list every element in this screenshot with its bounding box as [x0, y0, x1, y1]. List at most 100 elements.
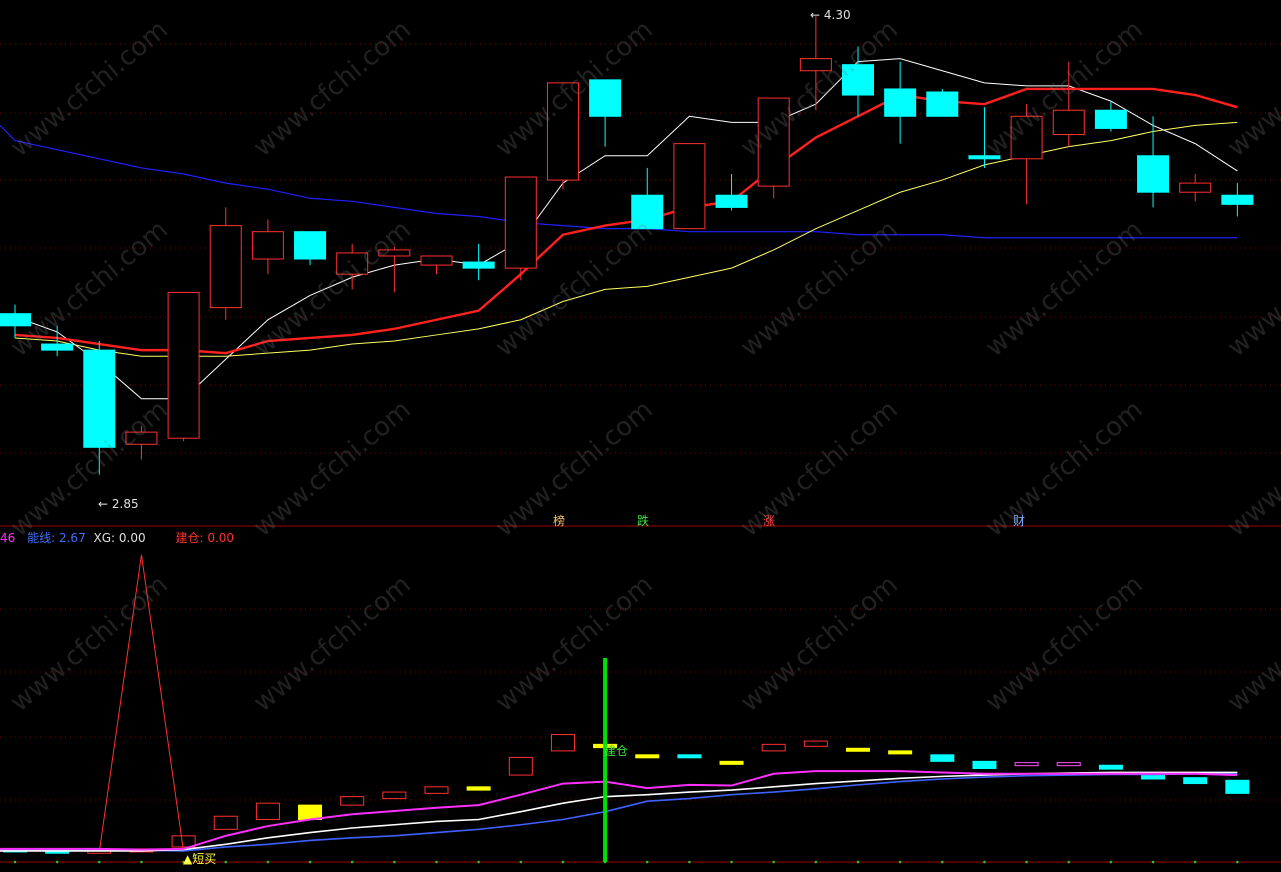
osc-bar — [1098, 764, 1123, 770]
candle-body — [757, 97, 790, 187]
osc-bar — [508, 756, 533, 776]
baseline-dot — [55, 860, 59, 864]
ma-year-lead — [0, 124, 16, 142]
baseline-dot — [1236, 860, 1239, 864]
candle-body — [884, 88, 917, 117]
osc-bar — [466, 786, 491, 791]
baseline-dot — [983, 860, 986, 864]
baseline-dot — [140, 860, 143, 864]
marker-cai[interactable]: 财 — [1013, 512, 1025, 529]
candle-body — [968, 155, 1001, 160]
baseline-dot — [1067, 860, 1071, 864]
osc-bar — [340, 796, 365, 806]
candle-body — [673, 143, 706, 230]
candle-body — [1137, 155, 1170, 193]
baseline-dot — [772, 860, 775, 864]
candle-body — [1179, 182, 1212, 193]
build-signal: 建仓 — [604, 744, 629, 758]
osc-bar — [635, 754, 660, 759]
candle-body — [462, 261, 495, 269]
osc-bar — [803, 740, 828, 747]
candle-body — [420, 255, 453, 266]
price-low-value: 2.85 — [111, 497, 139, 511]
baseline-dot — [519, 860, 523, 864]
candle-body — [378, 249, 411, 257]
candle-body — [251, 231, 284, 260]
baseline-dot — [98, 860, 101, 864]
price-high-value: 4.30 — [823, 8, 851, 22]
build-value: 0.00 — [207, 531, 235, 545]
first-value: 46 — [0, 531, 16, 545]
osc-bar — [255, 802, 280, 821]
energy-value: 2.67 — [58, 531, 86, 545]
osc-bar — [972, 760, 997, 770]
marker-die[interactable]: 跌 — [637, 512, 649, 529]
osc-bar — [888, 750, 913, 755]
baseline-dot — [350, 860, 354, 864]
candle-body — [546, 82, 579, 181]
baseline-dot — [1109, 860, 1113, 864]
baseline-dot — [645, 860, 649, 864]
stock-chart[interactable] — [0, 0, 1281, 872]
candle-body — [1010, 115, 1043, 160]
xg-label: XG: — [93, 531, 116, 545]
baseline-dot — [308, 860, 312, 864]
baseline-dot — [898, 860, 902, 864]
indicator-header: 46 能线: 2.67 XG: 0.00 建仓: 0.00 — [0, 529, 234, 546]
baseline-dot — [1151, 860, 1155, 864]
osc-bar — [298, 804, 323, 821]
candle-body — [1221, 194, 1254, 205]
candle-body — [0, 313, 31, 327]
short-buy-signal: ▲短买 — [183, 852, 217, 866]
price-low-label: ← 2.85 — [98, 497, 139, 511]
baseline-dot — [1193, 860, 1197, 864]
spike-line — [98, 554, 184, 851]
candle-body — [336, 252, 369, 275]
candle-body — [926, 91, 959, 117]
marker-zhang[interactable]: 涨 — [763, 512, 775, 529]
baseline-dot — [688, 860, 691, 864]
candle-body — [799, 58, 832, 72]
energy-label: 能线: — [27, 531, 56, 545]
osc-bar — [1183, 777, 1208, 785]
osc-bar — [424, 786, 449, 794]
xg-value: 0.00 — [118, 531, 146, 545]
price-high-label: ← 4.30 — [810, 8, 851, 22]
baseline-dot — [266, 860, 270, 864]
osc-bar — [1014, 762, 1039, 767]
osc-bar — [719, 760, 744, 765]
baseline-dot — [393, 860, 396, 864]
osc-bar — [1225, 779, 1250, 794]
marker-bang[interactable]: 榜 — [553, 512, 565, 529]
candle-body — [842, 64, 874, 96]
baseline-dot — [1025, 860, 1028, 864]
candle-body — [209, 225, 242, 309]
candle-body — [294, 231, 327, 260]
candle-body — [1052, 109, 1085, 136]
candle-body — [125, 431, 158, 445]
osc-bar — [382, 791, 407, 800]
baseline-dot — [941, 860, 944, 864]
baseline-dot — [730, 860, 733, 864]
baseline-dot — [13, 860, 17, 864]
candle-body — [41, 343, 74, 351]
baseline-dot — [856, 860, 860, 864]
candle-body — [504, 176, 537, 269]
osc-bar — [213, 815, 238, 830]
candle-body — [167, 291, 200, 439]
osc-bar — [677, 754, 702, 759]
baseline-dot — [814, 860, 818, 864]
osc-bar — [930, 754, 955, 762]
build-label: 建仓: — [175, 531, 204, 545]
candle-body — [589, 79, 622, 117]
osc-bar — [761, 743, 786, 752]
candle-body — [715, 194, 748, 208]
osc-bar — [1056, 762, 1081, 767]
candle-body — [631, 194, 664, 230]
candle-body — [83, 349, 116, 448]
osc-bar — [550, 734, 575, 752]
osc-bar — [846, 747, 870, 752]
baseline-dot — [477, 860, 480, 864]
baseline-dot — [561, 860, 565, 864]
osc-bar — [171, 835, 196, 848]
